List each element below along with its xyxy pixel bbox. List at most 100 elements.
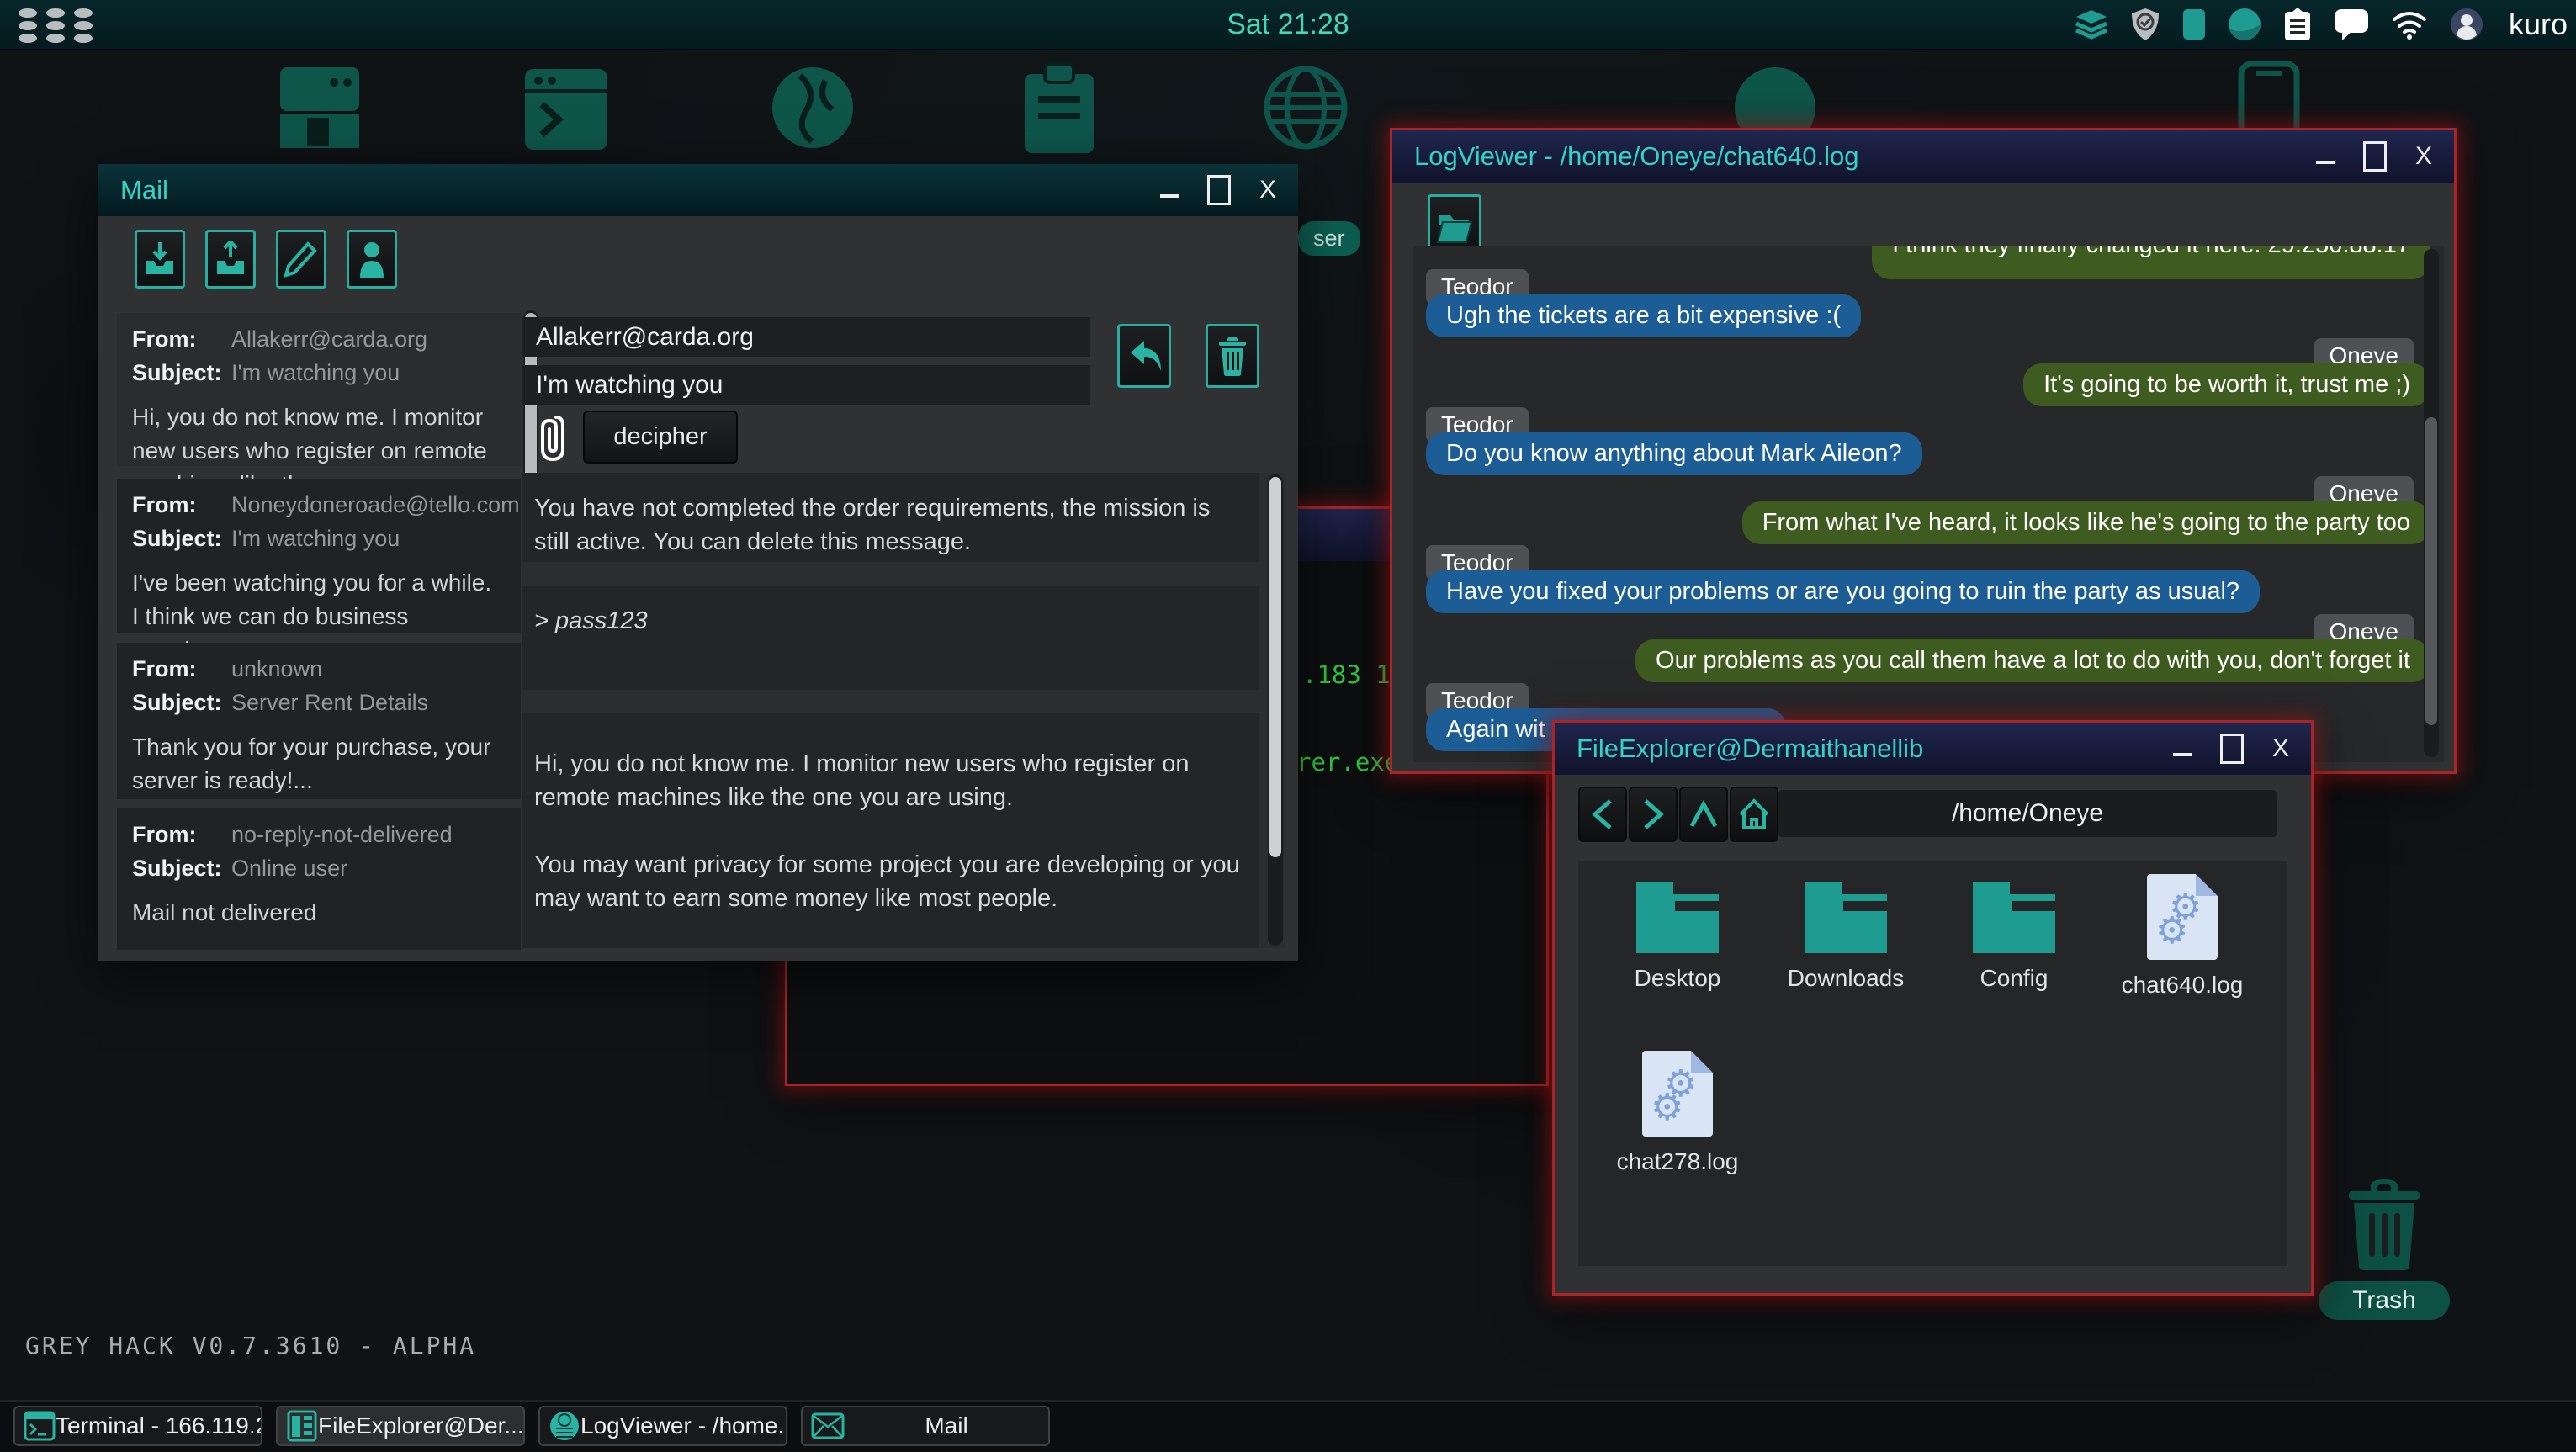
logviewer-window-title: LogViewer - /home/Oneye/chat640.log <box>1414 141 1858 172</box>
mail-body-scrollbar[interactable] <box>1268 474 1283 946</box>
from-label: From: <box>132 490 213 519</box>
topbar: Sat 21:28 kuro <box>0 0 2576 50</box>
layers-icon[interactable] <box>2075 8 2108 40</box>
chat-icon[interactable] <box>2334 8 2369 41</box>
decipher-attachment-button[interactable]: decipher <box>583 411 738 464</box>
from-value: no-reply-not-delivered <box>231 820 453 849</box>
logviewer-titlebar[interactable]: LogViewer - /home/Oneye/chat640.log X <box>1392 130 2454 183</box>
close-button[interactable]: X <box>2415 142 2432 171</box>
mail-body-scrollbar-thumb[interactable] <box>1269 477 1281 857</box>
close-button[interactable]: X <box>1259 176 1276 204</box>
mail-window[interactable]: Mail X From:Allakerr@carda.org Subject:I… <box>98 164 1298 961</box>
delete-mail-button[interactable] <box>1206 324 1259 388</box>
maximize-button[interactable] <box>2363 141 2387 172</box>
fileexplorer-window[interactable]: FileExplorer@Dermaithanellib X /home/One… <box>1552 720 2314 1296</box>
outbox-icon <box>214 241 247 278</box>
from-label: From: <box>132 654 213 683</box>
chat-scrollbar[interactable] <box>2424 249 2439 757</box>
mail-address-field[interactable]: Allakerr@carda.org <box>522 317 1090 357</box>
mail-window-title: Mail <box>120 175 168 205</box>
file-item[interactable]: Config <box>1930 882 2098 992</box>
mail-list-item[interactable]: From:no-reply-not-delivered Subject:Onli… <box>117 808 521 950</box>
mail-body-text: You may want privacy for some project yo… <box>534 848 1243 915</box>
file-name: Desktop <box>1593 965 1762 992</box>
mail-inbox-button[interactable] <box>135 230 185 289</box>
taskbar-item-terminal[interactable]: Terminal - 166.119.2... <box>13 1406 262 1446</box>
subject-value: Server Rent Details <box>231 688 428 717</box>
desktop-icon-terminal[interactable] <box>520 59 612 160</box>
file-item[interactable]: ⚙⚙ chat278.log <box>1593 1051 1762 1175</box>
path-field[interactable]: /home/Oneye <box>1778 790 2277 837</box>
mail-preview: Mail not delivered <box>132 896 521 930</box>
mail-titlebar[interactable]: Mail X <box>98 164 1298 216</box>
mail-contacts-button[interactable] <box>347 230 397 289</box>
trash-icon <box>2345 1178 2423 1270</box>
from-value: Noneydoneroade@tello.com <box>231 490 520 519</box>
mail-list-item[interactable]: From:unknown Subject:Server Rent Details… <box>117 643 521 799</box>
trash-icon <box>1216 336 1249 376</box>
logviewer-window[interactable]: LogViewer - /home/Oneye/chat640.log X I … <box>1390 128 2457 774</box>
person-icon <box>355 239 389 279</box>
trash[interactable]: Trash <box>2319 1178 2450 1320</box>
log-file-icon: ⚙⚙ <box>1642 1051 1713 1137</box>
up-button[interactable] <box>1679 787 1728 842</box>
file-item[interactable]: ⚙⚙ chat640.log <box>2098 874 2266 999</box>
minimize-button[interactable] <box>2316 161 2335 164</box>
close-button[interactable]: X <box>2272 734 2289 763</box>
subject-label: Subject: <box>132 524 213 553</box>
desktop-icon-clipboard[interactable] <box>1013 59 1105 160</box>
memory-icon[interactable] <box>2182 8 2206 40</box>
wifi-icon[interactable] <box>2391 9 2428 40</box>
file-item[interactable]: Desktop <box>1593 882 1762 992</box>
back-icon <box>1588 798 1617 831</box>
open-folder-icon <box>1436 210 1473 244</box>
file-name: Downloads <box>1762 965 1930 992</box>
back-button[interactable] <box>1578 787 1627 842</box>
file-item[interactable]: Downloads <box>1762 882 1930 992</box>
username[interactable]: kuro <box>2509 7 2568 42</box>
user-avatar[interactable] <box>2450 8 2483 41</box>
reply-icon <box>1126 337 1163 374</box>
mail-body: You have not completed the order require… <box>522 473 1285 948</box>
forward-button[interactable] <box>1629 787 1678 842</box>
fileexplorer-titlebar[interactable]: FileExplorer@Dermaithanellib X <box>1555 723 2311 775</box>
terminal-icon <box>24 1410 56 1442</box>
taskbar-item-label: FileExplorer@Der... <box>318 1412 523 1439</box>
clipboard-icon[interactable] <box>2283 7 2312 42</box>
from-label: From: <box>132 820 213 849</box>
mail-outbox-button[interactable] <box>205 230 256 289</box>
desktop-icon-globe[interactable] <box>766 59 859 160</box>
mail-body-code: > pass123 <box>522 586 1259 690</box>
mail-icon <box>811 1412 845 1439</box>
desktop-icon-computer[interactable] <box>273 59 366 160</box>
log-file-icon: ⚙⚙ <box>2147 874 2218 960</box>
reply-button[interactable] <box>1117 324 1171 388</box>
desktop-icon-browser[interactable] <box>1259 59 1352 160</box>
minimize-button[interactable] <box>2173 753 2192 756</box>
taskbar-item-fileexplorer[interactable]: FileExplorer@Der... <box>276 1406 525 1446</box>
chat-message: Our problems as you call them have a lot… <box>1635 639 2430 682</box>
file-name: chat278.log <box>1593 1148 1762 1175</box>
mail-compose-button[interactable] <box>276 230 326 289</box>
mail-body-paragraph: Hi, you do not know me. I monitor new us… <box>522 713 1259 948</box>
fileexplorer-content: Desktop Downloads Config ⚙⚙ chat640.log … <box>1578 861 2287 1266</box>
home-button[interactable] <box>1730 787 1778 842</box>
maximize-button[interactable] <box>2220 734 2244 764</box>
mail-preview: Thank you for your purchase, your server… <box>132 730 521 798</box>
shield-icon[interactable] <box>2130 8 2160 41</box>
mail-list-item[interactable]: From:Noneydoneroade@tello.com Subject:I'… <box>117 479 521 633</box>
chat-message: Have you fixed your problems or are you … <box>1426 570 2260 613</box>
chat-message: Do you know anything about Mark Aileon? <box>1426 432 1922 475</box>
taskbar-item-mail[interactable]: Mail <box>801 1406 1050 1446</box>
taskbar-item-logviewer[interactable]: LogViewer - /home... <box>538 1406 787 1446</box>
desktop-icon-browser-label[interactable]: ser <box>1298 221 1360 256</box>
minimize-button[interactable] <box>1160 194 1179 198</box>
mail-subject-field[interactable]: I'm watching you <box>522 365 1090 405</box>
disk-usage-icon[interactable] <box>2228 8 2261 41</box>
mail-list-item[interactable]: From:Allakerr@carda.org Subject:I'm watc… <box>117 313 521 466</box>
mail-body-text: Hi, you do not know me. I monitor new us… <box>534 747 1243 814</box>
home-icon <box>1737 798 1771 831</box>
maximize-button[interactable] <box>1207 175 1231 205</box>
chat-scrollbar-thumb[interactable] <box>2425 417 2437 725</box>
chat-message: It's going to be worth it, trust me ;) <box>2023 363 2430 406</box>
